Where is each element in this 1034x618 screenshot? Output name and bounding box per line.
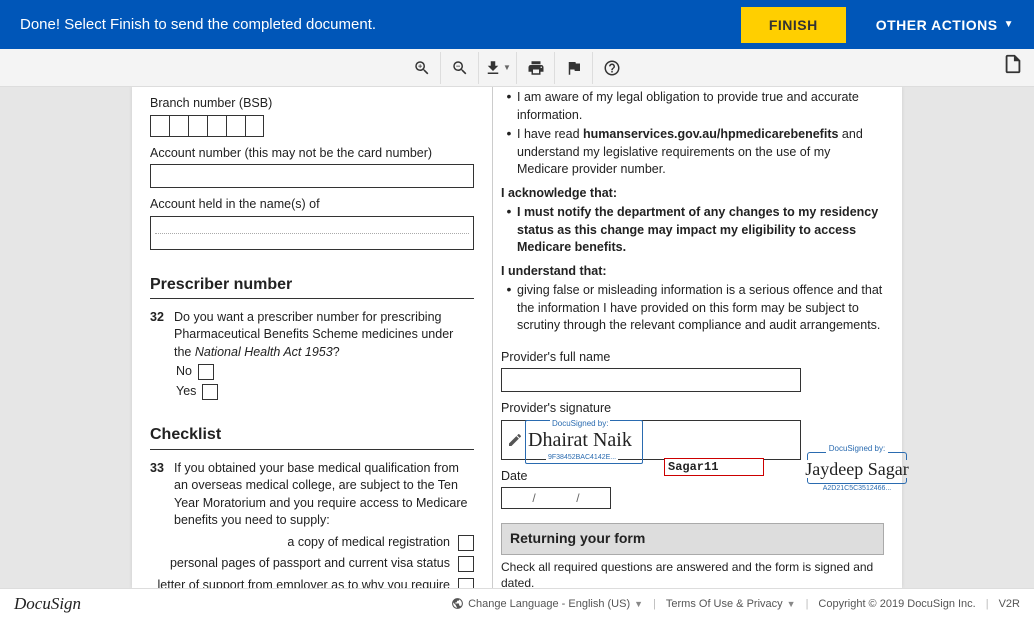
signature-label: Provider's signature	[501, 400, 884, 418]
docusign-logo: DocuSign	[14, 594, 81, 614]
yes-checkbox[interactable]	[202, 384, 218, 400]
return-heading: Returning your form	[501, 523, 884, 555]
document-panel-toggle[interactable]	[1002, 53, 1024, 80]
acknowledge-bullet: I must notify the department of any chan…	[517, 204, 884, 257]
chevron-down-icon: ▼	[634, 599, 643, 609]
account-number-input[interactable]	[150, 164, 474, 188]
fullname-input[interactable]	[501, 368, 801, 392]
decl-bullet-2: I have read humanservices.gov.au/hpmedic…	[517, 126, 884, 179]
second-signature[interactable]: DocuSigned by: Jaydeep Sagar A2D21C5C351…	[802, 452, 912, 494]
finish-button[interactable]: FINISH	[741, 7, 846, 43]
terms-link[interactable]: Terms Of Use & Privacy	[666, 598, 783, 610]
date-input[interactable]: //	[501, 487, 611, 509]
download-button[interactable]: ▼	[479, 52, 517, 84]
signature-hash: 9F38452BAC4142E...	[546, 453, 618, 463]
document-toolbar: ▼	[0, 49, 1034, 87]
document-workspace[interactable]: Branch number (BSB) Account number (this…	[0, 87, 1034, 588]
account-number-label: Account number (this may not be the card…	[150, 145, 474, 163]
understand-bullet: giving false or misleading information i…	[517, 282, 884, 335]
change-language-link[interactable]: Change Language - English (US)	[468, 598, 630, 610]
checklist-item-3: letter of support from employer as to wh…	[150, 577, 450, 588]
prescriber-heading: Prescriber number	[150, 274, 474, 299]
return-text-1: Check all required questions are answere…	[501, 559, 884, 588]
bsb-input[interactable]	[150, 115, 474, 137]
branch-number-label: Branch number (BSB)	[150, 95, 474, 113]
document-icon	[1002, 53, 1024, 75]
print-button[interactable]	[517, 52, 555, 84]
checklist-checkbox-1[interactable]	[458, 535, 474, 551]
q32-number: 32	[150, 309, 174, 362]
signature-name: Dhairat Naik	[528, 426, 800, 454]
float-signature-name: Jaydeep Sagar	[802, 460, 912, 478]
zoom-in-button[interactable]	[403, 52, 441, 84]
zoom-out-button[interactable]	[441, 52, 479, 84]
print-icon	[527, 59, 545, 77]
fullname-label: Provider's full name	[501, 349, 884, 367]
checklist-checkbox-2[interactable]	[458, 556, 474, 572]
account-held-input[interactable]	[150, 216, 474, 250]
no-checkbox[interactable]	[198, 364, 214, 380]
page-footer: DocuSign Change Language - English (US) …	[0, 588, 1034, 618]
version-text: V2R	[999, 598, 1020, 610]
checklist-heading: Checklist	[150, 424, 474, 449]
help-button[interactable]	[593, 52, 631, 84]
download-icon	[484, 59, 502, 77]
float-docusigned-label: DocuSigned by:	[826, 444, 888, 453]
other-actions-label: OTHER ACTIONS	[876, 17, 998, 33]
q33-number: 33	[150, 460, 174, 530]
copyright-text: Copyright © 2019 DocuSign Inc.	[818, 598, 975, 610]
chevron-down-icon: ▼	[503, 63, 511, 72]
globe-icon	[451, 597, 468, 610]
account-held-label: Account held in the name(s) of	[150, 196, 474, 214]
yes-label: Yes	[176, 383, 196, 401]
chevron-down-icon: ▼	[787, 599, 796, 609]
q33-text: If you obtained your base medical qualif…	[174, 460, 474, 530]
caret-down-icon: ▼	[1004, 19, 1014, 30]
assign-button[interactable]	[555, 52, 593, 84]
initial-field[interactable]	[664, 458, 764, 476]
flag-icon	[565, 59, 583, 77]
checklist-checkbox-3[interactable]	[458, 578, 474, 588]
decl-bullet-1: I am aware of my legal obligation to pro…	[517, 89, 884, 124]
pencil-icon	[502, 432, 528, 448]
float-signature-hash: A2D21C5C3512466...	[802, 484, 912, 494]
acknowledge-heading: I acknowledge that:	[501, 185, 884, 203]
other-actions-dropdown[interactable]: OTHER ACTIONS ▼	[876, 17, 1014, 33]
understand-heading: I understand that:	[501, 263, 884, 281]
help-icon	[603, 59, 621, 77]
banner-message: Done! Select Finish to send the complete…	[20, 16, 741, 33]
zoom-out-icon	[451, 59, 469, 77]
no-label: No	[176, 363, 192, 381]
completion-banner: Done! Select Finish to send the complete…	[0, 0, 1034, 49]
q32-text: Do you want a prescriber number for pres…	[174, 309, 474, 362]
checklist-item-1: a copy of medical registration	[150, 534, 450, 552]
signature-field[interactable]: DocuSigned by: Dhairat Naik 9F38452BAC41…	[501, 420, 801, 460]
checklist-item-2: personal pages of passport and current v…	[150, 555, 450, 573]
document-page: Branch number (BSB) Account number (this…	[132, 87, 902, 588]
zoom-in-icon	[413, 59, 431, 77]
